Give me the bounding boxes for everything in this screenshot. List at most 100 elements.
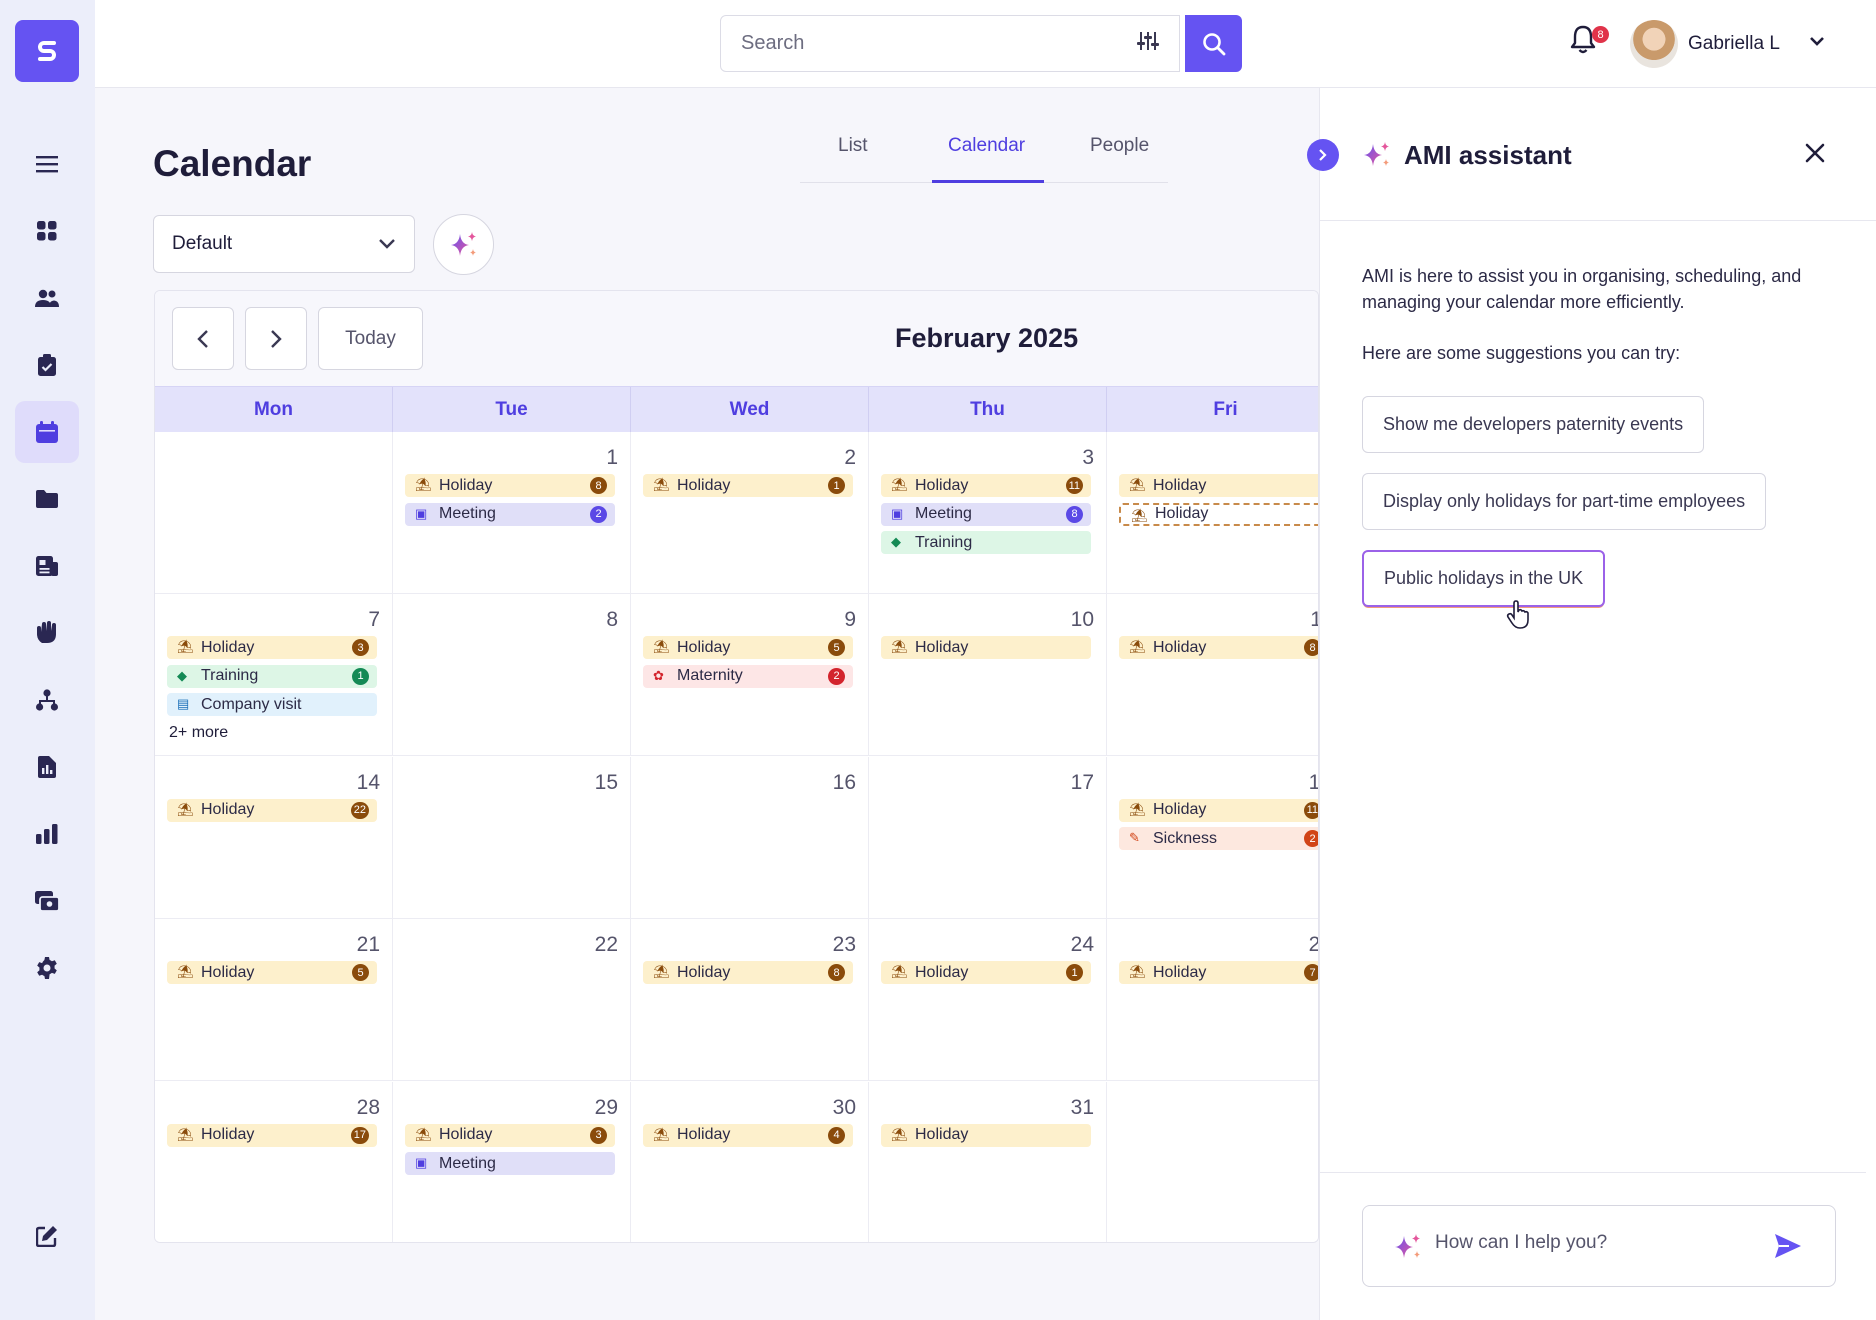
event-chip-holiday[interactable]: ⛱ Holiday: [881, 636, 1091, 660]
prev-month-button[interactable]: [172, 307, 234, 370]
event-chip-holiday[interactable]: ⛱ Holiday 1: [881, 961, 1091, 985]
calendar-day-cell[interactable]: 14 ⛱ Holiday 22: [155, 756, 393, 919]
event-chip-holiday[interactable]: ⛱ Holiday 22: [167, 798, 377, 822]
calendar-day-cell[interactable]: 29 ⛱ Holiday 3 ▣ Meeting: [393, 1081, 631, 1242]
tab-people[interactable]: People: [1090, 135, 1149, 157]
suggestion-chip[interactable]: Show me developers paternity events: [1362, 396, 1705, 453]
holiday-icon: ⛱: [415, 1126, 432, 1142]
calendar-day-cell[interactable]: 2 ⛱ Holiday 1: [631, 432, 869, 594]
event-label: Training: [915, 533, 973, 551]
event-chip-holiday[interactable]: ⛱ Holiday 5: [167, 961, 377, 985]
event-chip-training[interactable]: ◆ Training: [881, 531, 1091, 554]
tab-calendar[interactable]: Calendar: [948, 135, 1025, 157]
tasks-icon[interactable]: [15, 334, 79, 396]
calendar-day-cell[interactable]: 9 ⛱ Holiday 5 ✿ Maternity 2: [631, 594, 869, 757]
event-chip-holiday[interactable]: ⛱ Holiday: [1119, 474, 1318, 497]
event-chip-holiday[interactable]: ⛱ Holiday 1: [643, 474, 853, 497]
event-chip-holiday[interactable]: ⛱ Holiday 4: [643, 1123, 853, 1147]
event-chip-holiday[interactable]: ⛱ Holiday 3: [167, 636, 377, 660]
event-chip-holiday[interactable]: ⛱ Holiday 8: [1119, 636, 1318, 660]
settings-icon[interactable]: [15, 937, 79, 999]
menu-icon[interactable]: [15, 133, 79, 195]
calendar-day-cell[interactable]: 7 ⛱ Holiday 3 ◆ Training 1 ▤ Company visit 2+ mor…: [155, 594, 393, 757]
send-icon[interactable]: [1773, 1232, 1803, 1265]
day-number: 7: [368, 608, 380, 632]
calendar-day-cell[interactable]: 11 ⛱ Holiday 8: [1107, 594, 1318, 757]
calendar-icon[interactable]: [15, 401, 79, 463]
event-chip-holiday[interactable]: ⛱ Holiday 17: [167, 1123, 377, 1147]
collapse-panel-button[interactable]: [1307, 139, 1339, 171]
chevron-down-icon[interactable]: [1808, 34, 1826, 53]
ai-sparkle-button[interactable]: [433, 214, 494, 275]
event-chip-meeting[interactable]: ▣ Meeting: [405, 1152, 615, 1176]
holiday-icon: ⛱: [653, 477, 670, 492]
people-icon[interactable]: [15, 267, 79, 329]
suggestion-chip[interactable]: Public holidays in the UK: [1362, 550, 1606, 607]
today-button[interactable]: Today: [318, 307, 423, 370]
event-chip-holiday[interactable]: ⛱ Holiday: [881, 1123, 1091, 1147]
event-chip-holiday[interactable]: ⛱ Holiday 11: [881, 474, 1091, 497]
event-chip-holiday[interactable]: ⛱ Holiday 3: [405, 1123, 615, 1147]
hand-icon[interactable]: [15, 602, 79, 664]
event-chip-holiday[interactable]: ⛱ Holiday: [1119, 502, 1318, 526]
search-input[interactable]: [741, 32, 1121, 55]
suggestion-chip[interactable]: Display only holidays for part-time empl…: [1362, 473, 1767, 530]
calendar-day-cell[interactable]: 25 ⛱ Holiday 7: [1107, 919, 1318, 1082]
close-icon[interactable]: [1804, 142, 1826, 169]
report-icon[interactable]: [15, 736, 79, 798]
avatar[interactable]: [1630, 20, 1678, 68]
event-chip-holiday[interactable]: ⛱ Holiday 8: [643, 961, 853, 985]
event-chip-maternity[interactable]: ✿ Maternity 2: [643, 664, 853, 688]
view-select[interactable]: Default: [153, 215, 415, 273]
search-button[interactable]: [1185, 15, 1242, 72]
dashboard-icon[interactable]: [15, 200, 79, 262]
calendar-day-cell[interactable]: 30 ⛱ Holiday 4: [631, 1081, 869, 1242]
event-chip-sickness[interactable]: ✎ Sickness 2: [1119, 827, 1318, 851]
calendar-day-cell[interactable]: 31 ⛱ Holiday: [869, 1081, 1107, 1242]
payments-icon[interactable]: [15, 870, 79, 932]
event-chip-holiday[interactable]: ⛱ Holiday 11: [1119, 798, 1318, 822]
event-chip-visit[interactable]: ▤ Company visit: [167, 693, 377, 717]
calendar-day-cell[interactable]: 15: [393, 756, 631, 919]
calendar-day-cell[interactable]: 17: [869, 756, 1107, 919]
org-chart-icon[interactable]: [15, 669, 79, 731]
bell-icon[interactable]: [1570, 24, 1596, 59]
calendar-day-cell[interactable]: 1 ⛱ Holiday 8 ▣ Meeting 2: [393, 432, 631, 594]
event-chip-holiday[interactable]: ⛱ Holiday 5: [643, 636, 853, 660]
calendar-day-cell[interactable]: 16: [631, 756, 869, 919]
event-chip-holiday[interactable]: ⛱ Holiday 7: [1119, 961, 1318, 985]
edit-icon[interactable]: [15, 1205, 79, 1267]
calendar-day-cell[interactable]: 8: [393, 594, 631, 757]
weekday-label: Mon: [155, 387, 393, 433]
calendar-day-cell[interactable]: 10 ⛱ Holiday: [869, 594, 1107, 757]
tab-list[interactable]: List: [838, 135, 868, 157]
calendar-day-cell[interactable]: [155, 432, 393, 594]
calendar-day-cell[interactable]: 22: [393, 919, 631, 1082]
chat-input[interactable]: [1435, 1232, 1775, 1254]
event-label: Holiday: [201, 963, 255, 981]
calendar: Today February 2025 Mon Tue Wed Thu Fri …: [154, 290, 1319, 1243]
calendar-day-cell[interactable]: 4⛱Holiday⛱Holiday: [1107, 432, 1318, 594]
calendar-day-cell[interactable]: [1107, 1081, 1318, 1242]
calendar-day-cell[interactable]: 28 ⛱ Holiday 17: [155, 1081, 393, 1242]
event-count-badge: 8: [1066, 505, 1083, 523]
calendar-day-cell[interactable]: 3 ⛱ Holiday 11 ▣ Meeting 8 ◆ Training: [869, 432, 1107, 594]
event-label: Meeting: [439, 505, 496, 522]
analytics-icon[interactable]: [15, 803, 79, 865]
event-chip-meeting[interactable]: ▣ Meeting 8: [881, 502, 1091, 526]
calendar-day-cell[interactable]: 23 ⛱ Holiday 8: [631, 919, 869, 1082]
calendar-day-cell[interactable]: 21 ⛱ Holiday 5: [155, 919, 393, 1082]
filter-sliders-icon[interactable]: [1137, 30, 1159, 58]
event-chip-meeting[interactable]: ▣ Meeting 2: [405, 502, 615, 526]
next-month-button[interactable]: [245, 307, 307, 370]
app-logo[interactable]: [15, 20, 79, 82]
user-name[interactable]: Gabriella L: [1688, 33, 1780, 55]
folder-icon[interactable]: [15, 468, 79, 530]
event-chip-training[interactable]: ◆ Training 1: [167, 664, 377, 688]
event-chip-holiday[interactable]: ⛱ Holiday 8: [405, 474, 615, 497]
calendar-day-cell[interactable]: 18 ⛱ Holiday 11 ✎ Sickness 2: [1107, 756, 1318, 919]
more-events-link[interactable]: 2+ more: [169, 724, 228, 742]
calendar-day-cell[interactable]: 24 ⛱ Holiday 1: [869, 919, 1107, 1082]
news-icon[interactable]: [15, 535, 79, 597]
search-box: [720, 15, 1180, 72]
